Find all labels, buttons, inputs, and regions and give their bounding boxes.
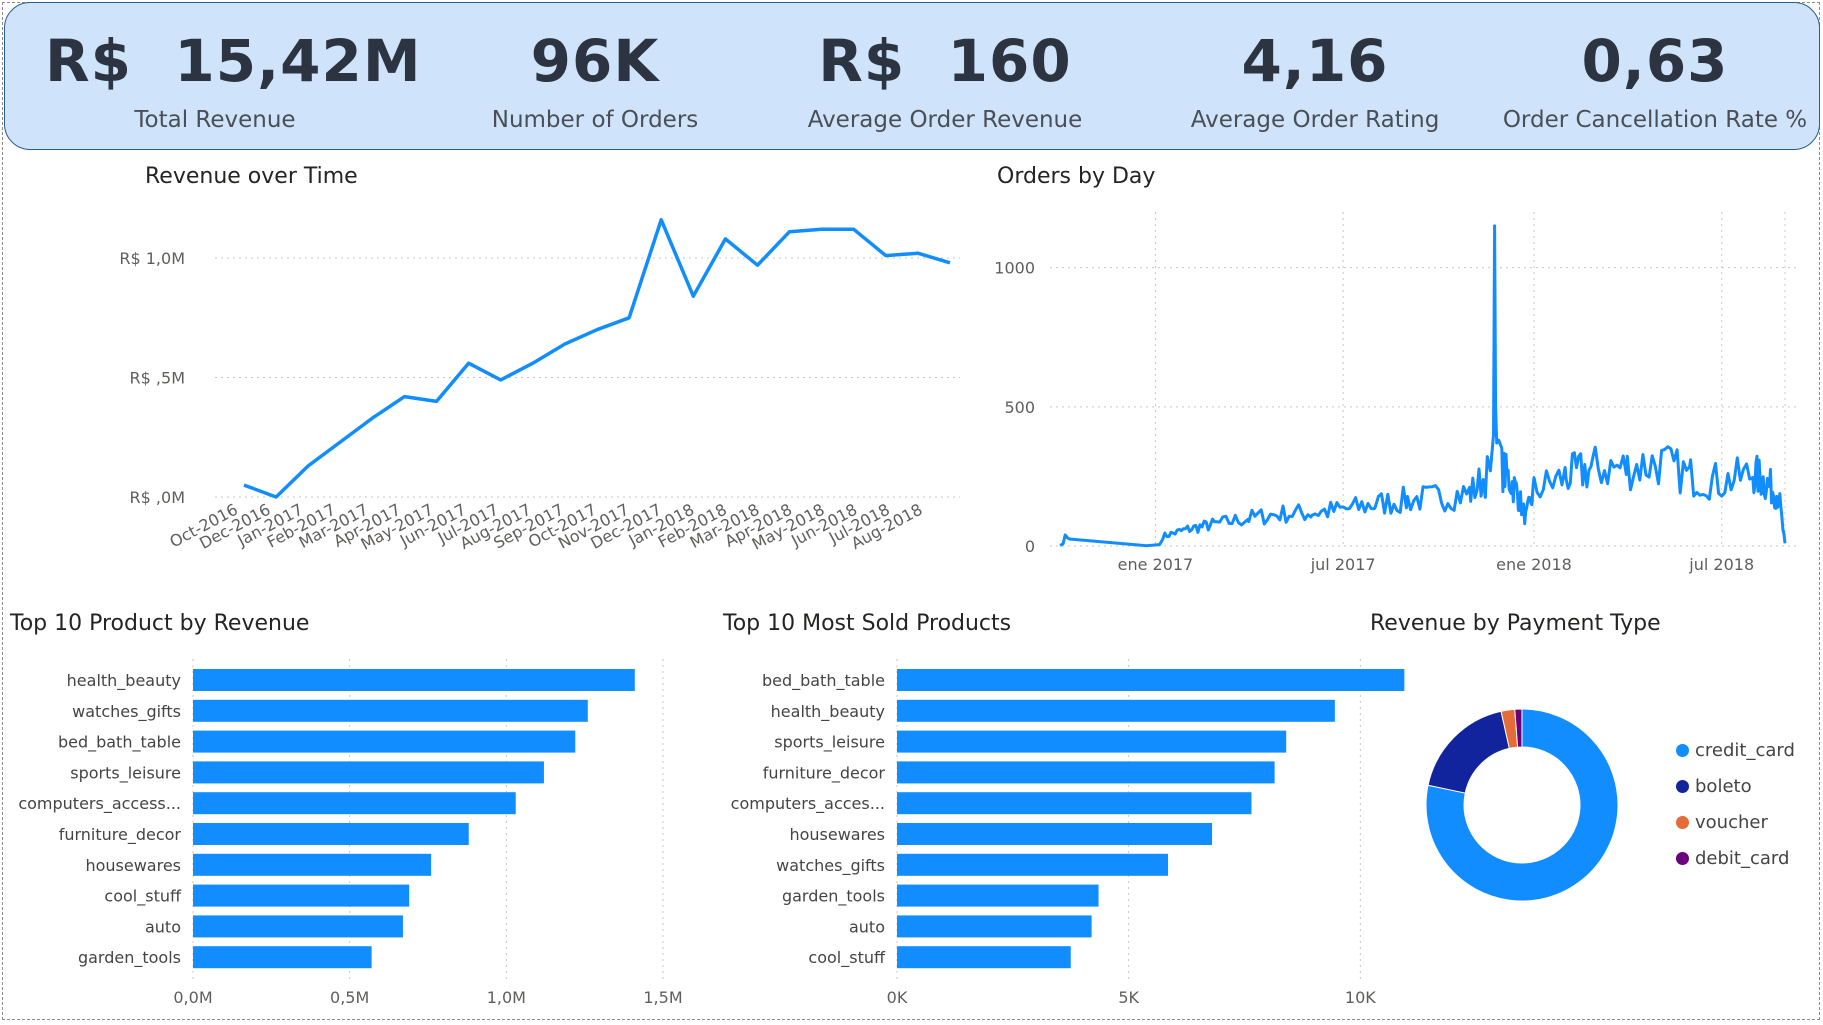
category-label: health_beauty <box>67 671 181 691</box>
y-tick-label: R$ 1,0M <box>119 249 185 268</box>
sold-bar <box>897 730 1287 753</box>
revenue-bar <box>193 792 516 815</box>
category-label: cool_stuff <box>808 948 886 968</box>
category-label: bed_bath_table <box>762 671 885 691</box>
legend-label: debit_card <box>1695 848 1790 869</box>
category-label: auto <box>145 917 181 936</box>
legend-label: credit_card <box>1695 740 1795 761</box>
revenue-bar <box>193 884 410 907</box>
category-label: furniture_decor <box>59 825 182 845</box>
category-label: watches_gifts <box>72 702 181 722</box>
x-tick-label: 1,0M <box>487 988 526 1007</box>
sold-bar <box>897 853 1169 876</box>
y-tick-label: 0 <box>1025 537 1035 556</box>
revenue-bar <box>193 761 544 784</box>
legend-label: boleto <box>1695 776 1752 797</box>
revenue-bar <box>193 669 635 691</box>
legend-swatch <box>1676 816 1689 829</box>
revenue-bar <box>193 730 576 753</box>
x-tick-label: 1,5M <box>643 988 682 1007</box>
legend-item-voucher[interactable]: voucher <box>1676 812 1768 833</box>
category-label: health_beauty <box>771 702 885 722</box>
legend-item-boleto[interactable]: boleto <box>1676 776 1752 797</box>
charts-canvas: R$ ,0MR$ ,5MR$ 1,0MOct-2016Dec-2016Jan-2… <box>18 212 1798 1007</box>
category-label: computers_access... <box>18 794 181 814</box>
revenue-bar <box>193 853 432 876</box>
x-tick-label: jul 2018 <box>1688 555 1754 574</box>
category-label: sports_leisure <box>774 733 885 753</box>
sold-bar <box>897 946 1071 969</box>
x-tick-label: 0K <box>887 988 908 1007</box>
sold-bar <box>897 884 1099 907</box>
legend-swatch <box>1676 852 1689 865</box>
revenue-bar <box>193 699 588 722</box>
category-label: housewares <box>85 856 181 875</box>
x-tick-label: 5K <box>1118 988 1139 1007</box>
category-label: bed_bath_table <box>58 733 181 753</box>
category-label: auto <box>849 917 885 936</box>
legend-swatch <box>1676 780 1689 793</box>
legend-label: voucher <box>1695 812 1768 833</box>
x-tick-label: ene 2017 <box>1118 555 1194 574</box>
y-tick-label: R$ ,0M <box>130 488 185 507</box>
category-label: housewares <box>789 825 885 844</box>
sold-bar <box>897 915 1092 938</box>
x-tick-label: 0,5M <box>330 988 369 1007</box>
revenue-bar <box>193 823 469 845</box>
sold-bar <box>897 823 1213 845</box>
legend-item-credit-card[interactable]: credit_card <box>1676 740 1795 761</box>
category-label: cool_stuff <box>104 887 182 907</box>
revenue-series-line <box>243 218 951 499</box>
category-label: computers_acces... <box>731 794 885 814</box>
revenue-bar <box>193 946 372 969</box>
revenue-bar <box>193 915 403 938</box>
sold-bar <box>897 792 1252 815</box>
y-tick-label: 1000 <box>994 259 1035 278</box>
donut-slice-boleto <box>1427 710 1510 794</box>
category-label: watches_gifts <box>776 856 885 876</box>
sold-bar <box>897 669 1405 691</box>
x-tick-label: ene 2018 <box>1496 555 1572 574</box>
x-tick-label: jul 2017 <box>1310 555 1376 574</box>
category-label: garden_tools <box>78 948 181 968</box>
orders-series-line <box>1059 224 1787 548</box>
x-tick-label: 10K <box>1345 988 1376 1007</box>
category-label: furniture_decor <box>763 763 886 783</box>
sold-bar <box>897 699 1335 722</box>
legend-item-debit-card[interactable]: debit_card <box>1676 848 1789 869</box>
sold-bar <box>897 761 1275 784</box>
legend-swatch <box>1676 744 1689 757</box>
y-tick-label: 500 <box>1004 398 1035 417</box>
category-label: sports_leisure <box>70 763 181 783</box>
category-label: garden_tools <box>782 887 885 907</box>
x-tick-label: 0,0M <box>173 988 212 1007</box>
y-tick-label: R$ ,5M <box>130 369 185 388</box>
